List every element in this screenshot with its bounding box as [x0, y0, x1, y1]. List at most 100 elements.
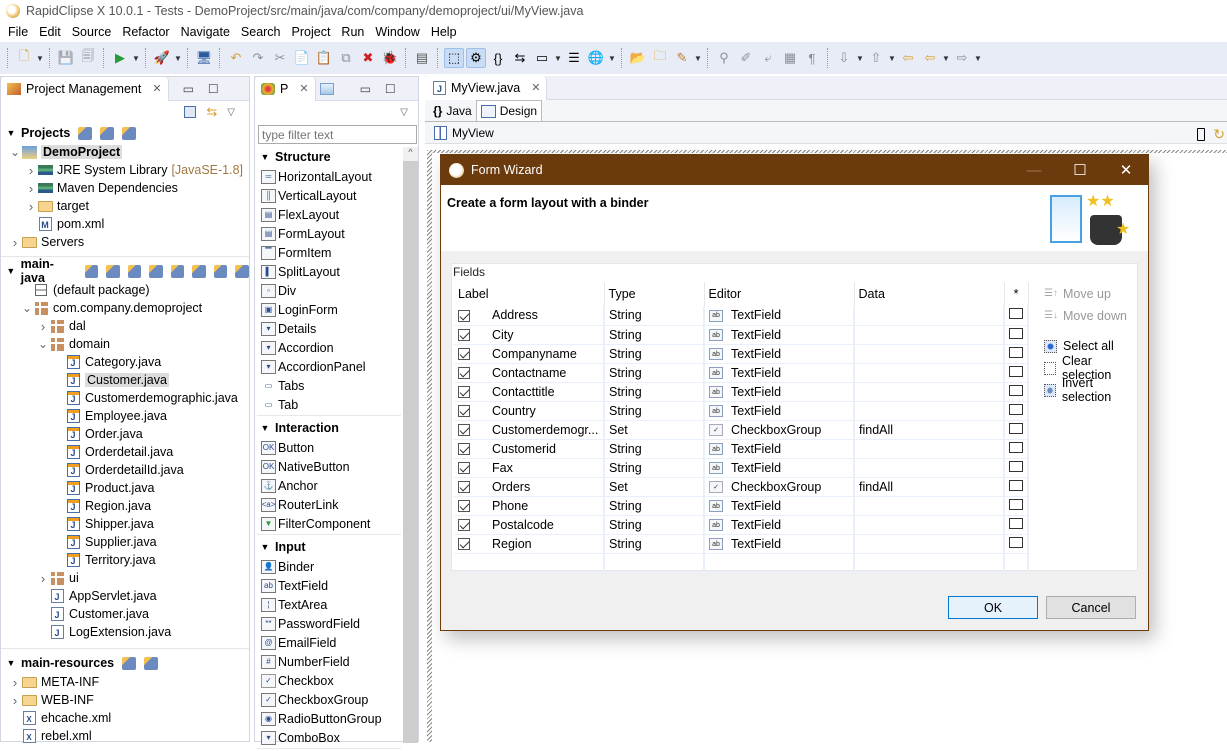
tab-myview-java[interactable]: J MyView.java ✕: [425, 75, 548, 100]
braces-icon[interactable]: {}: [488, 48, 508, 68]
collapsed-chevron-icon[interactable]: ›: [9, 235, 21, 250]
tree-item[interactable]: ⌄ DemoProject: [1, 143, 249, 161]
back-icon[interactable]: ⇦: [920, 48, 940, 68]
tree-item[interactable]: J Orderdetail.java: [1, 443, 249, 461]
menu-navigate[interactable]: Navigate: [177, 25, 234, 39]
pilcrow-icon[interactable]: ¶: [802, 48, 822, 68]
collapse-triangle-icon[interactable]: ▼: [5, 658, 17, 668]
import-project-icon[interactable]: [100, 126, 115, 140]
cell-data[interactable]: [854, 363, 1005, 383]
cell-data[interactable]: [854, 401, 1005, 421]
palette-item-formitem[interactable]: ▔ FormItem: [255, 243, 403, 262]
new-wizard-icon[interactable]: [122, 126, 137, 140]
last-edit-icon[interactable]: ⇦: [898, 48, 918, 68]
tree-item[interactable]: J Region.java: [1, 497, 249, 515]
palette-item-checkboxgroup[interactable]: ✓ CheckboxGroup: [255, 690, 403, 709]
maximize-icon[interactable]: ☐: [1057, 155, 1103, 185]
subtab-design[interactable]: Design: [475, 100, 543, 121]
required-checkbox[interactable]: [1009, 517, 1023, 529]
required-checkbox[interactable]: [1009, 365, 1023, 377]
table-row[interactable]: Phone String ab TextField: [454, 496, 1029, 516]
required-checkbox[interactable]: [1009, 308, 1023, 320]
include-checkbox[interactable]: [458, 462, 470, 475]
cell-data[interactable]: [854, 515, 1005, 535]
maximize-icon[interactable]: ☐: [208, 82, 219, 96]
palette-item-splitlayout[interactable]: ▌ SplitLayout: [255, 262, 403, 281]
cancel-button[interactable]: Cancel: [1046, 596, 1136, 619]
collapsed-chevron-icon[interactable]: ›: [25, 163, 37, 178]
minimize-icon[interactable]: ▭: [183, 82, 194, 96]
palette-item-textarea[interactable]: ¦ TextArea: [255, 595, 403, 614]
palette-section-interaction[interactable]: ▼ Interaction: [255, 418, 403, 438]
collapsed-chevron-icon[interactable]: ›: [9, 693, 21, 708]
palette-item-accordion[interactable]: ▾ Accordion: [255, 338, 403, 357]
new-folder-icon[interactable]: [144, 656, 159, 670]
col-required[interactable]: *: [1004, 282, 1029, 306]
pen-icon[interactable]: ✎: [672, 48, 692, 68]
deploy-icon[interactable]: 🚀: [152, 48, 172, 68]
table-row[interactable]: Address String ab TextField: [454, 306, 1029, 326]
table-row[interactable]: Contacttitle String ab TextField: [454, 382, 1029, 402]
palette-item-button[interactable]: OK Button: [255, 438, 403, 457]
scroll-up-icon[interactable]: ^: [403, 147, 418, 161]
cell-data[interactable]: [854, 534, 1005, 554]
palette-item-loginform[interactable]: ▣ LoginForm: [255, 300, 403, 319]
collapse-triangle-icon[interactable]: ▼: [259, 423, 271, 433]
table-row[interactable]: Customerid String ab TextField: [454, 439, 1029, 459]
next-annotation-icon[interactable]: ⇩: [834, 48, 854, 68]
undo-icon[interactable]: ↶: [226, 48, 246, 68]
tree-item[interactable]: J Customer.java: [1, 371, 249, 389]
dropdown-arrow-icon[interactable]: ▼: [942, 54, 950, 63]
dropdown-arrow-icon[interactable]: ▼: [856, 54, 864, 63]
new-class-icon[interactable]: [213, 264, 228, 278]
tree-item[interactable]: › target: [1, 197, 249, 215]
move-up-button[interactable]: ☰↑ Move up: [1044, 284, 1111, 304]
tree-item[interactable]: › Servers: [1, 233, 249, 251]
new-view-icon[interactable]: [84, 264, 99, 278]
globe-icon[interactable]: 🌐: [586, 48, 606, 68]
collapse-triangle-icon[interactable]: ▼: [259, 152, 271, 162]
layout-icon[interactable]: ▭: [532, 48, 552, 68]
copy-icon[interactable]: 📄: [292, 48, 312, 68]
palette-section-structure[interactable]: ▼ Structure: [255, 147, 403, 167]
menu-help[interactable]: Help: [427, 25, 461, 39]
tree-item[interactable]: › WEB-INF: [1, 691, 249, 709]
refresh-icon[interactable]: ↻: [1213, 126, 1225, 143]
palette-item-passwordfield[interactable]: ** PasswordField: [255, 614, 403, 633]
menu-refactor[interactable]: Refactor: [118, 25, 173, 39]
section-main-java[interactable]: ▼ main-java: [1, 257, 249, 285]
tree-item[interactable]: J Order.java: [1, 425, 249, 443]
server-icon[interactable]: ▤: [412, 48, 432, 68]
required-checkbox[interactable]: [1009, 536, 1023, 548]
mobile-preview-icon[interactable]: [1197, 128, 1205, 141]
new-entity-icon[interactable]: [106, 264, 120, 278]
new-resource-icon[interactable]: [122, 656, 137, 670]
preview-icon[interactable]: 🖥: [194, 48, 214, 68]
highlighter-icon[interactable]: ✐: [736, 48, 756, 68]
cell-data[interactable]: findAll: [854, 420, 1005, 440]
tree-item[interactable]: J Customerdemographic.java: [1, 389, 249, 407]
palette-filter-input[interactable]: [258, 125, 417, 144]
dropdown-arrow-icon[interactable]: ▼: [174, 54, 182, 63]
tree-item[interactable]: Mpom.xml: [1, 215, 249, 233]
tree-item[interactable]: ⌄ domain: [1, 335, 249, 353]
palette-item-routerlink[interactable]: <a> RouterLink: [255, 495, 403, 514]
minimize-icon[interactable]: —: [1011, 155, 1057, 185]
tree-item[interactable]: › JRE System Library [JavaSE-1.8]: [1, 161, 249, 179]
expanded-chevron-icon[interactable]: ⌄: [9, 145, 21, 159]
tab-project-management[interactable]: Project Management ✕: [1, 76, 169, 101]
view-menu-icon[interactable]: ▽: [227, 107, 235, 118]
menu-edit[interactable]: Edit: [35, 25, 65, 39]
run-server-icon[interactable]: ▶: [110, 48, 130, 68]
palette-item-filtercomponent[interactable]: ▼ FilterComponent: [255, 514, 403, 533]
dropdown-arrow-icon[interactable]: ▼: [888, 54, 896, 63]
cell-editor[interactable]: ✓ CheckboxGroup: [704, 477, 855, 497]
palette-item-formlayout[interactable]: ▤ FormLayout: [255, 224, 403, 243]
close-icon[interactable]: ✕: [299, 82, 308, 95]
cell-editor[interactable]: ab TextField: [704, 382, 855, 402]
col-type[interactable]: Type: [604, 282, 705, 306]
close-icon[interactable]: ✕: [1103, 155, 1149, 185]
menu-search[interactable]: Search: [237, 25, 285, 39]
table-row[interactable]: City String ab TextField: [454, 325, 1029, 345]
close-icon[interactable]: ✕: [531, 81, 540, 94]
